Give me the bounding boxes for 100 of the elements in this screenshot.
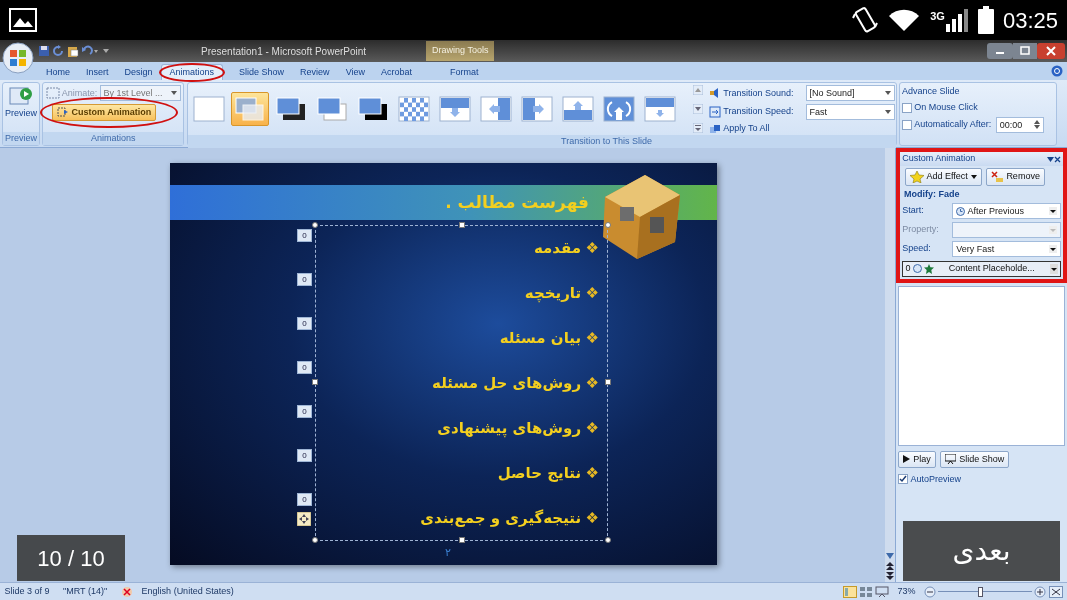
- setting-dropdown[interactable]: [No Sound]: [805, 85, 895, 102]
- animation-list-item[interactable]: 0 Content Placeholde...: [902, 260, 1061, 277]
- clock-icon: [912, 264, 922, 274]
- preview-button[interactable]: Preview: [5, 85, 37, 121]
- caret-icon: [171, 91, 177, 96]
- bullet-text: تاریخچه: [524, 282, 582, 305]
- speed-icon: [709, 105, 721, 118]
- page-counter: 10 / 10: [17, 535, 125, 581]
- bullet-icon: ❖: [585, 506, 599, 530]
- vibrate-icon: [852, 6, 879, 34]
- zoom-out-icon[interactable]: [923, 585, 936, 598]
- slide-title: فهرست مطالب .: [445, 190, 589, 215]
- ribbon-tab[interactable]: Slide Show: [231, 64, 293, 80]
- transition-thumbnail[interactable]: [230, 92, 269, 127]
- zoom-in-icon[interactable]: [1034, 585, 1047, 598]
- more-icon[interactable]: [692, 123, 703, 133]
- resize-handle[interactable]: [459, 222, 465, 228]
- resize-handle[interactable]: [312, 222, 318, 228]
- clipboard-icon[interactable]: [66, 45, 79, 57]
- clock-time: 03:25: [1002, 6, 1058, 35]
- slider-thumb[interactable]: [978, 586, 984, 597]
- caret-icon: [1048, 226, 1057, 234]
- ribbon-tab[interactable]: Insert: [78, 64, 117, 80]
- apply-all-icon: [709, 122, 721, 135]
- refresh-icon[interactable]: [52, 45, 65, 57]
- help-icon[interactable]: [1051, 65, 1063, 77]
- caret-icon: [1049, 263, 1058, 274]
- battery-icon: [977, 6, 994, 34]
- bullet-icon: ❖: [585, 326, 599, 350]
- apply-to-all-button[interactable]: Apply To All: [709, 121, 770, 136]
- ribbon-tab[interactable]: Animations: [160, 63, 224, 80]
- next-button[interactable]: بعدی: [903, 521, 1060, 581]
- resize-handle[interactable]: [605, 222, 611, 228]
- ribbon-tab[interactable]: Review: [292, 64, 338, 80]
- field-label: Start:: [902, 204, 925, 218]
- window-title: Presentation1 - Microsoft PowerPoint: [201, 44, 367, 59]
- clock-icon: [956, 206, 966, 216]
- slide-sorter-icon[interactable]: [859, 585, 873, 598]
- caret-icon: [884, 109, 891, 114]
- group-label: Animations: [43, 132, 184, 145]
- save-icon[interactable]: [38, 45, 50, 57]
- slide-show-view-icon[interactable]: [875, 585, 890, 598]
- pane-title: Custom Animation: [902, 152, 976, 166]
- checkbox[interactable]: [902, 119, 912, 130]
- close-button[interactable]: [1036, 43, 1065, 59]
- checkbox[interactable]: [902, 102, 912, 113]
- scroll-down-icon[interactable]: [692, 104, 703, 115]
- scroll-down-icon[interactable]: [886, 553, 894, 560]
- signal-icon: [944, 8, 969, 32]
- selection-icon: [45, 87, 60, 100]
- bullet-text: روش‌های پیشنهادی: [437, 417, 582, 440]
- fit-window-icon[interactable]: [1048, 585, 1063, 598]
- order-tag: 0: [297, 317, 312, 330]
- resize-handle[interactable]: [605, 379, 611, 385]
- speaker-icon: [709, 87, 721, 100]
- animate-label: Animate:: [61, 86, 98, 100]
- ribbon-tab[interactable]: Acrobat: [373, 64, 420, 80]
- resize-handle[interactable]: [312, 379, 318, 385]
- zoom-level: 73%: [897, 584, 916, 598]
- scroll-up-icon[interactable]: [692, 85, 703, 96]
- slide-show-button[interactable]: Slide Show: [940, 450, 1010, 468]
- minimize-button[interactable]: [986, 43, 1013, 59]
- close-icon[interactable]: [1053, 155, 1061, 163]
- checkbox[interactable]: [898, 474, 909, 485]
- order-tag: 0: [297, 361, 312, 374]
- caret-icon: [1048, 207, 1057, 215]
- projector-screen-icon: [945, 454, 957, 465]
- bullet-text: مقدمه: [533, 237, 582, 259]
- play-button[interactable]: Play: [898, 450, 936, 468]
- setting-label: Transition Sound:: [723, 86, 795, 100]
- add-effect-button[interactable]: Add Effect: [904, 168, 982, 186]
- star-icon: [909, 171, 924, 183]
- resize-handle[interactable]: [312, 537, 318, 543]
- animation-effect-icon: [56, 106, 69, 119]
- ribbon-tab[interactable]: Home: [38, 64, 78, 80]
- modify-heading: Modify: Fade: [903, 188, 961, 201]
- undo-icon[interactable]: [80, 45, 99, 57]
- remove-button[interactable]: Remove: [986, 168, 1045, 186]
- spelling-error-icon: [120, 585, 133, 598]
- ribbon-tab[interactable]: Format: [442, 64, 487, 80]
- order-number: 0: [905, 262, 911, 275]
- ribbon-tab[interactable]: View: [337, 64, 373, 80]
- time-spinner[interactable]: 00:00: [995, 116, 1044, 133]
- order-tag: 0: [297, 405, 312, 418]
- ribbon-tab[interactable]: Design: [116, 64, 161, 80]
- field-dropdown[interactable]: After Previous: [952, 203, 1061, 219]
- field-dropdown[interactable]: Very Fast: [952, 241, 1061, 257]
- theme-name: "MRT (14)": [63, 584, 108, 598]
- order-tag: 0: [297, 449, 312, 462]
- resize-handle[interactable]: [459, 537, 465, 543]
- animate-dropdown[interactable]: By 1st Level ...: [99, 85, 181, 102]
- network-type: 3G: [930, 9, 945, 24]
- resize-handle[interactable]: [605, 537, 611, 543]
- remove-icon: [991, 171, 1004, 183]
- bullet-icon: ❖: [585, 416, 599, 440]
- caret-icon: [1048, 245, 1057, 253]
- dropdown-icon[interactable]: [1046, 156, 1054, 162]
- checkbox-label: AutoPreview: [910, 472, 962, 486]
- custom-animation-button[interactable]: Custom Animation: [51, 103, 157, 121]
- setting-dropdown[interactable]: Fast: [805, 103, 895, 120]
